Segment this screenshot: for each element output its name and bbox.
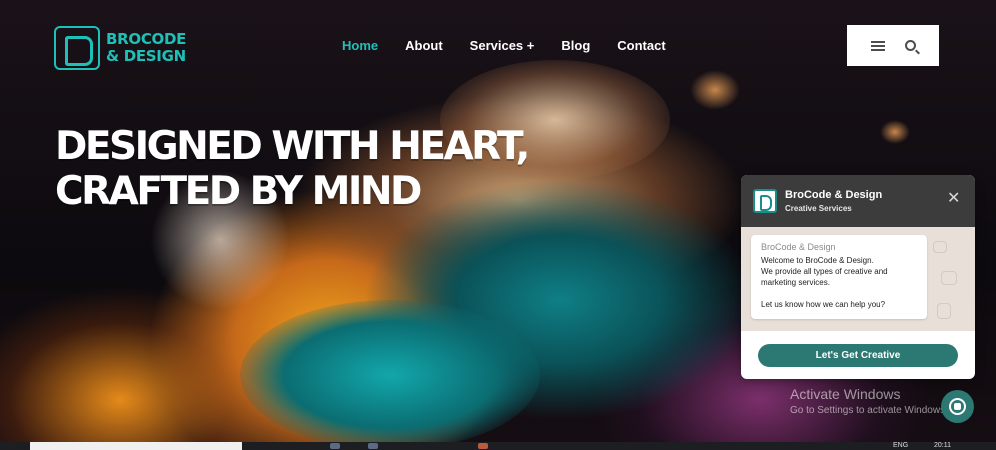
- pattern-shape: [941, 271, 957, 285]
- watermark-subtitle: Go to Settings to activate Windows.: [790, 405, 948, 416]
- chat-header: BroCode & Design Creative Services ✕: [741, 175, 975, 227]
- chat-subtitle: Creative Services: [785, 204, 852, 213]
- windows-taskbar: ENG 20:11: [0, 442, 996, 450]
- chat-body: BroCode & Design Welcome to BroCode & De…: [741, 227, 975, 331]
- hamburger-menu-icon[interactable]: [870, 40, 885, 51]
- pattern-shape: [937, 303, 951, 319]
- brand-line-1: BROCODE: [106, 30, 187, 48]
- taskbar-app-icon[interactable]: [330, 443, 340, 449]
- nav-about[interactable]: About: [405, 38, 443, 53]
- close-icon[interactable]: ✕: [947, 189, 961, 209]
- search-icon[interactable]: [904, 40, 916, 51]
- splash-drop: [690, 70, 740, 110]
- watermark-title: Activate Windows: [790, 386, 901, 402]
- message-line-2: We provide all types of creative and mar…: [761, 267, 888, 287]
- header-tools: [847, 25, 939, 66]
- taskbar-language[interactable]: ENG: [893, 442, 908, 450]
- chat-avatar: [753, 189, 777, 213]
- brocode-logo-icon: [54, 26, 100, 70]
- brand-logo[interactable]: BROCODE & DESIGN: [54, 26, 186, 70]
- brand-name: BROCODE & DESIGN: [106, 31, 186, 65]
- splash-teal: [240, 300, 540, 442]
- chat-footer: Let's Get Creative: [741, 331, 975, 379]
- headline-line-2: CRAFTED BY MIND: [55, 169, 422, 214]
- chat-title: BroCode & Design: [785, 189, 883, 201]
- lets-get-creative-button[interactable]: Let's Get Creative: [758, 343, 958, 367]
- nav-services[interactable]: Services +: [470, 38, 535, 53]
- taskbar-app-icon[interactable]: [478, 443, 488, 449]
- nav-home[interactable]: Home: [342, 38, 378, 53]
- pattern-shape: [933, 241, 947, 253]
- splash-drop: [880, 120, 910, 144]
- whatsapp-button[interactable]: [941, 390, 974, 423]
- taskbar-search[interactable]: [30, 442, 242, 450]
- main-nav: Home About Services + Blog Contact: [342, 38, 693, 53]
- message-sender: BroCode & Design: [761, 242, 836, 252]
- taskbar-app-icon[interactable]: [368, 443, 378, 449]
- whatsapp-icon: [949, 398, 966, 415]
- taskbar-clock[interactable]: 20:11: [934, 442, 951, 450]
- message-line-1: Welcome to BroCode & Design.: [761, 256, 874, 265]
- headline-line-1: DESIGNED WITH HEART,: [55, 124, 530, 169]
- chat-widget: BroCode & Design Creative Services ✕ Bro…: [741, 175, 975, 379]
- nav-blog[interactable]: Blog: [561, 38, 590, 53]
- brand-line-2: & DESIGN: [106, 47, 186, 65]
- message-line-3: Let us know how we can help you?: [761, 300, 886, 309]
- chat-message: BroCode & Design Welcome to BroCode & De…: [751, 235, 927, 319]
- hero-headline: DESIGNED WITH HEART, CRAFTED BY MIND: [55, 124, 530, 214]
- activate-windows-watermark: Activate Windows Go to Settings to activ…: [790, 386, 948, 416]
- nav-contact[interactable]: Contact: [617, 38, 665, 53]
